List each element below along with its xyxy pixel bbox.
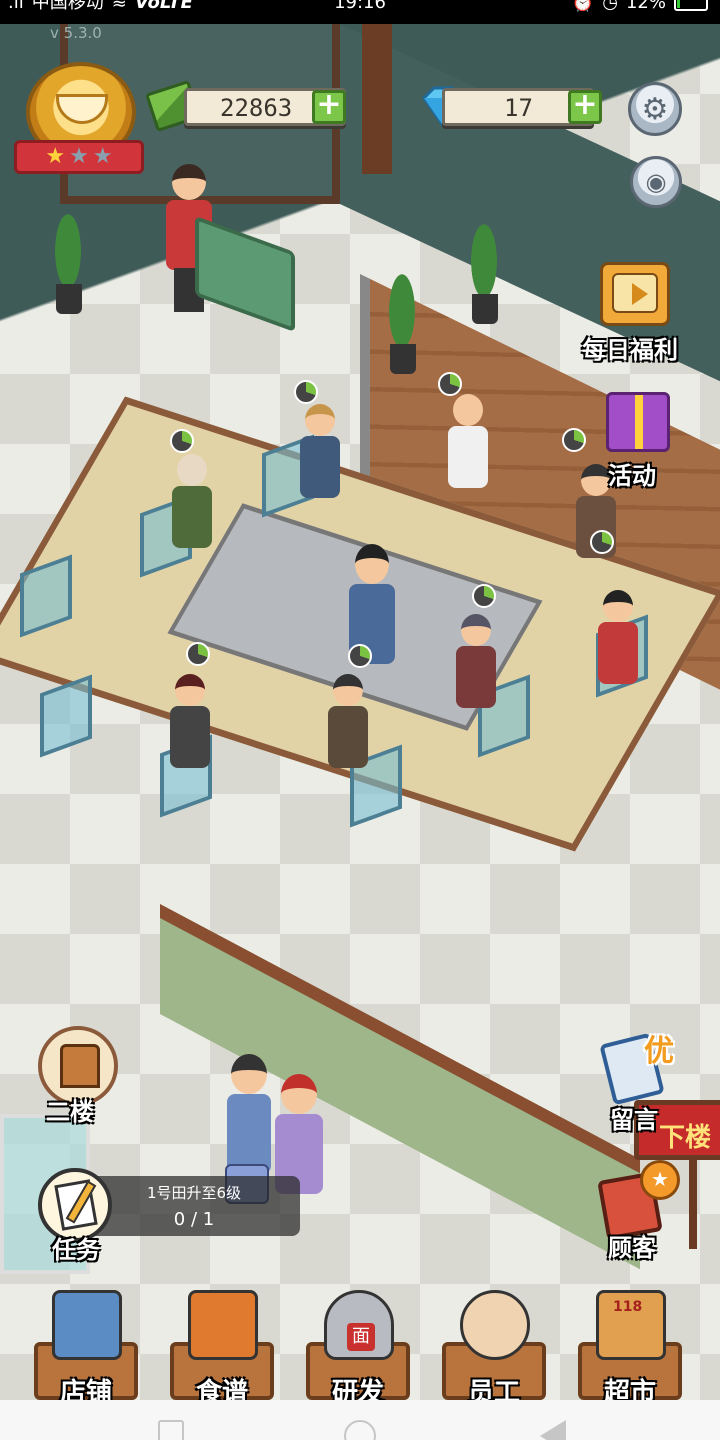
customer[interactable] <box>446 394 490 494</box>
supermarket-icon: 118 <box>596 1290 666 1360</box>
event-label: 活动 <box>608 462 656 490</box>
noodle-label: 面 <box>347 1323 375 1351</box>
recents-button[interactable] <box>158 1420 184 1440</box>
nav-shop[interactable]: 店铺 <box>28 1290 148 1408</box>
customer[interactable] <box>596 590 640 690</box>
battery-icon <box>674 0 708 11</box>
daily-bonus-button[interactable] <box>600 262 670 326</box>
second-floor-label: 二楼 <box>46 1098 94 1126</box>
tasks-label: 任务 <box>52 1236 100 1264</box>
potted-plant <box>48 194 88 314</box>
add-gems-button[interactable]: + <box>568 90 602 124</box>
nav-recipes[interactable]: 食谱 <box>164 1290 284 1408</box>
message-board-button[interactable]: 优 <box>598 1032 674 1110</box>
nav-research[interactable]: 面 研发 <box>300 1290 420 1408</box>
potted-plant <box>382 254 422 374</box>
cash-value: 22863 <box>220 94 293 122</box>
eating-timer-icon <box>348 644 372 668</box>
bottom-navigation: 店铺 食谱 面 研发 员工 118 超市 <box>0 1290 720 1408</box>
eating-timer-icon <box>562 428 586 452</box>
version-label: v 5.3.0 <box>50 24 102 42</box>
gem-value: 17 <box>504 94 533 122</box>
eating-timer-icon <box>186 642 210 666</box>
back-button[interactable] <box>540 1420 566 1440</box>
customers-label: 顾客 <box>608 1234 656 1262</box>
customer[interactable] <box>298 404 342 504</box>
play-icon <box>632 283 648 305</box>
eating-timer-icon <box>590 530 614 554</box>
message-label: 留言 <box>610 1106 658 1134</box>
customer[interactable] <box>326 674 370 774</box>
task-panel[interactable]: 1号田升至6级 0 / 1 <box>88 1176 300 1236</box>
home-button[interactable] <box>344 1420 376 1440</box>
gem-counter: 17 + <box>418 86 608 128</box>
customer[interactable] <box>454 614 498 714</box>
shop-icon <box>52 1290 122 1360</box>
rating-stars: ★ ★ ★ <box>14 140 144 174</box>
clock-icon: ◷ <box>602 0 618 13</box>
gear-icon: ⚙ <box>641 91 669 127</box>
premium-tag: 优 <box>644 1034 674 1069</box>
cash-counter: 22863 + <box>144 79 350 133</box>
alarm-icon: ⏰ <box>571 0 595 13</box>
medal-icon: ★ <box>640 1160 680 1200</box>
restaurant-rating-badge[interactable]: ★ ★ ★ <box>14 56 144 180</box>
screenshot-button[interactable]: ◉ <box>630 156 682 208</box>
star-icon: ★ <box>69 144 89 169</box>
battery-percent: 12% <box>625 0 666 13</box>
wood-pillar <box>362 24 392 174</box>
serving-cart <box>195 215 295 333</box>
cooking-pot-icon: 面 <box>324 1290 394 1360</box>
daily-bonus-label: 每日福利 <box>582 336 678 364</box>
status-bar: .ıl 中国移动 ≋ VoLTE 19:16 ⏰ ◷ 12% <box>0 0 720 24</box>
nav-supermarket[interactable]: 118 超市 <box>572 1290 692 1408</box>
staff-icon <box>460 1290 530 1360</box>
downstairs-label: 下楼 <box>659 1123 712 1153</box>
eating-timer-icon <box>472 584 496 608</box>
settings-button[interactable]: ⚙ <box>628 82 682 136</box>
star-icon: ★ <box>45 144 66 169</box>
customer[interactable] <box>168 674 212 774</box>
clock: 19:16 <box>334 0 386 13</box>
task-title: 1号田升至6级 <box>146 1184 242 1202</box>
store-sign: 118 <box>613 1299 643 1315</box>
eating-timer-icon <box>438 372 462 396</box>
event-button[interactable] <box>606 392 670 452</box>
potted-plant <box>464 204 504 324</box>
building-icon <box>60 1044 100 1088</box>
eating-timer-icon <box>170 429 194 453</box>
task-progress: 0 / 1 <box>173 1209 215 1230</box>
nav-staff[interactable]: 员工 <box>436 1290 556 1408</box>
star-icon: ★ <box>92 144 113 169</box>
recipe-book-icon <box>188 1290 258 1360</box>
system-navigation-bar <box>0 1400 720 1440</box>
gift-icon <box>635 395 643 449</box>
camera-icon: ◉ <box>645 168 667 196</box>
add-cash-button[interactable]: + <box>312 90 346 124</box>
customer[interactable] <box>170 454 214 554</box>
eating-timer-icon <box>294 380 318 404</box>
